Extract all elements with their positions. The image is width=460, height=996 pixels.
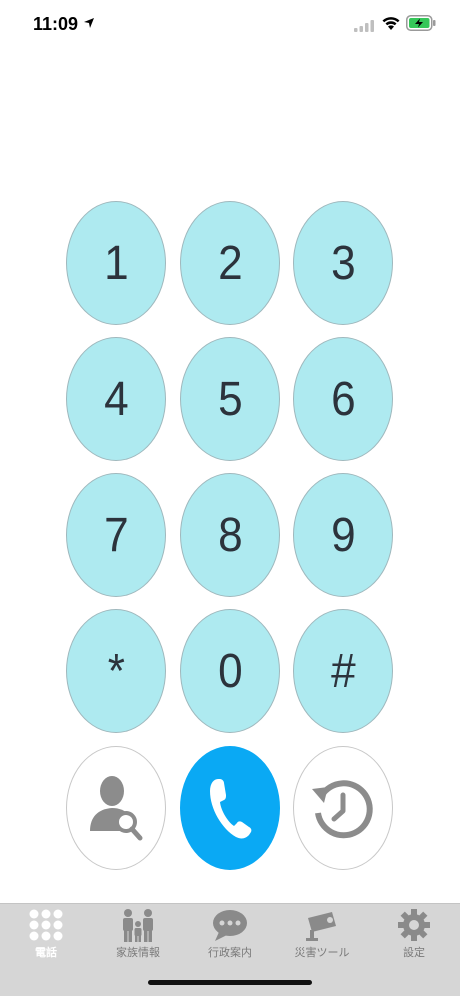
tab-label: 災害ツール: [294, 946, 350, 959]
key-4[interactable]: 4: [66, 337, 166, 461]
wifi-icon: [382, 17, 400, 30]
keypad-grid-icon: [29, 909, 63, 941]
tab-family-info[interactable]: 家族情報: [92, 904, 184, 964]
key-6[interactable]: 6: [293, 337, 393, 461]
speech-bubble-icon: [213, 910, 247, 941]
tab-label: 電話: [35, 946, 57, 959]
disaster-camera-icon: [306, 912, 336, 941]
tab-label: 行政案内: [208, 946, 252, 959]
tab-disaster-tools[interactable]: 災害ツール: [276, 904, 368, 964]
key-0[interactable]: 0: [180, 609, 280, 733]
status-time: 11:09: [33, 14, 79, 34]
key-8[interactable]: 8: [180, 473, 280, 597]
history-clock-icon: [312, 780, 373, 839]
key-1[interactable]: 1: [66, 201, 166, 325]
battery-charging-icon: [406, 15, 436, 31]
history-button[interactable]: [293, 746, 393, 870]
key-star[interactable]: *: [66, 609, 166, 733]
call-button[interactable]: [180, 746, 280, 870]
phone-icon: [210, 779, 252, 839]
phone-dialer-screen: 11:09 1 2 3 4 5 6 7 8 9 * 0 # 電話 家族情報 行政…: [0, 0, 460, 996]
tab-label: 家族情報: [116, 946, 160, 959]
tab-administrative-guide[interactable]: 行政案内: [184, 904, 276, 964]
location-arrow-icon: [84, 18, 94, 28]
tab-label: 設定: [403, 946, 425, 959]
status-bar: 11:09: [0, 0, 460, 50]
key-7[interactable]: 7: [66, 473, 166, 597]
contact-search-button[interactable]: [66, 746, 166, 870]
key-3[interactable]: 3: [293, 201, 393, 325]
tab-settings[interactable]: 設定: [368, 904, 460, 964]
key-2[interactable]: 2: [180, 201, 280, 325]
signal-icon: [354, 20, 374, 32]
key-5[interactable]: 5: [180, 337, 280, 461]
home-indicator: [148, 980, 312, 985]
key-9[interactable]: 9: [293, 473, 393, 597]
tab-phone[interactable]: 電話: [0, 904, 92, 964]
family-icon: [123, 909, 153, 942]
contact-search-icon: [90, 776, 143, 841]
gear-icon: [398, 909, 430, 941]
key-hash[interactable]: #: [293, 609, 393, 733]
